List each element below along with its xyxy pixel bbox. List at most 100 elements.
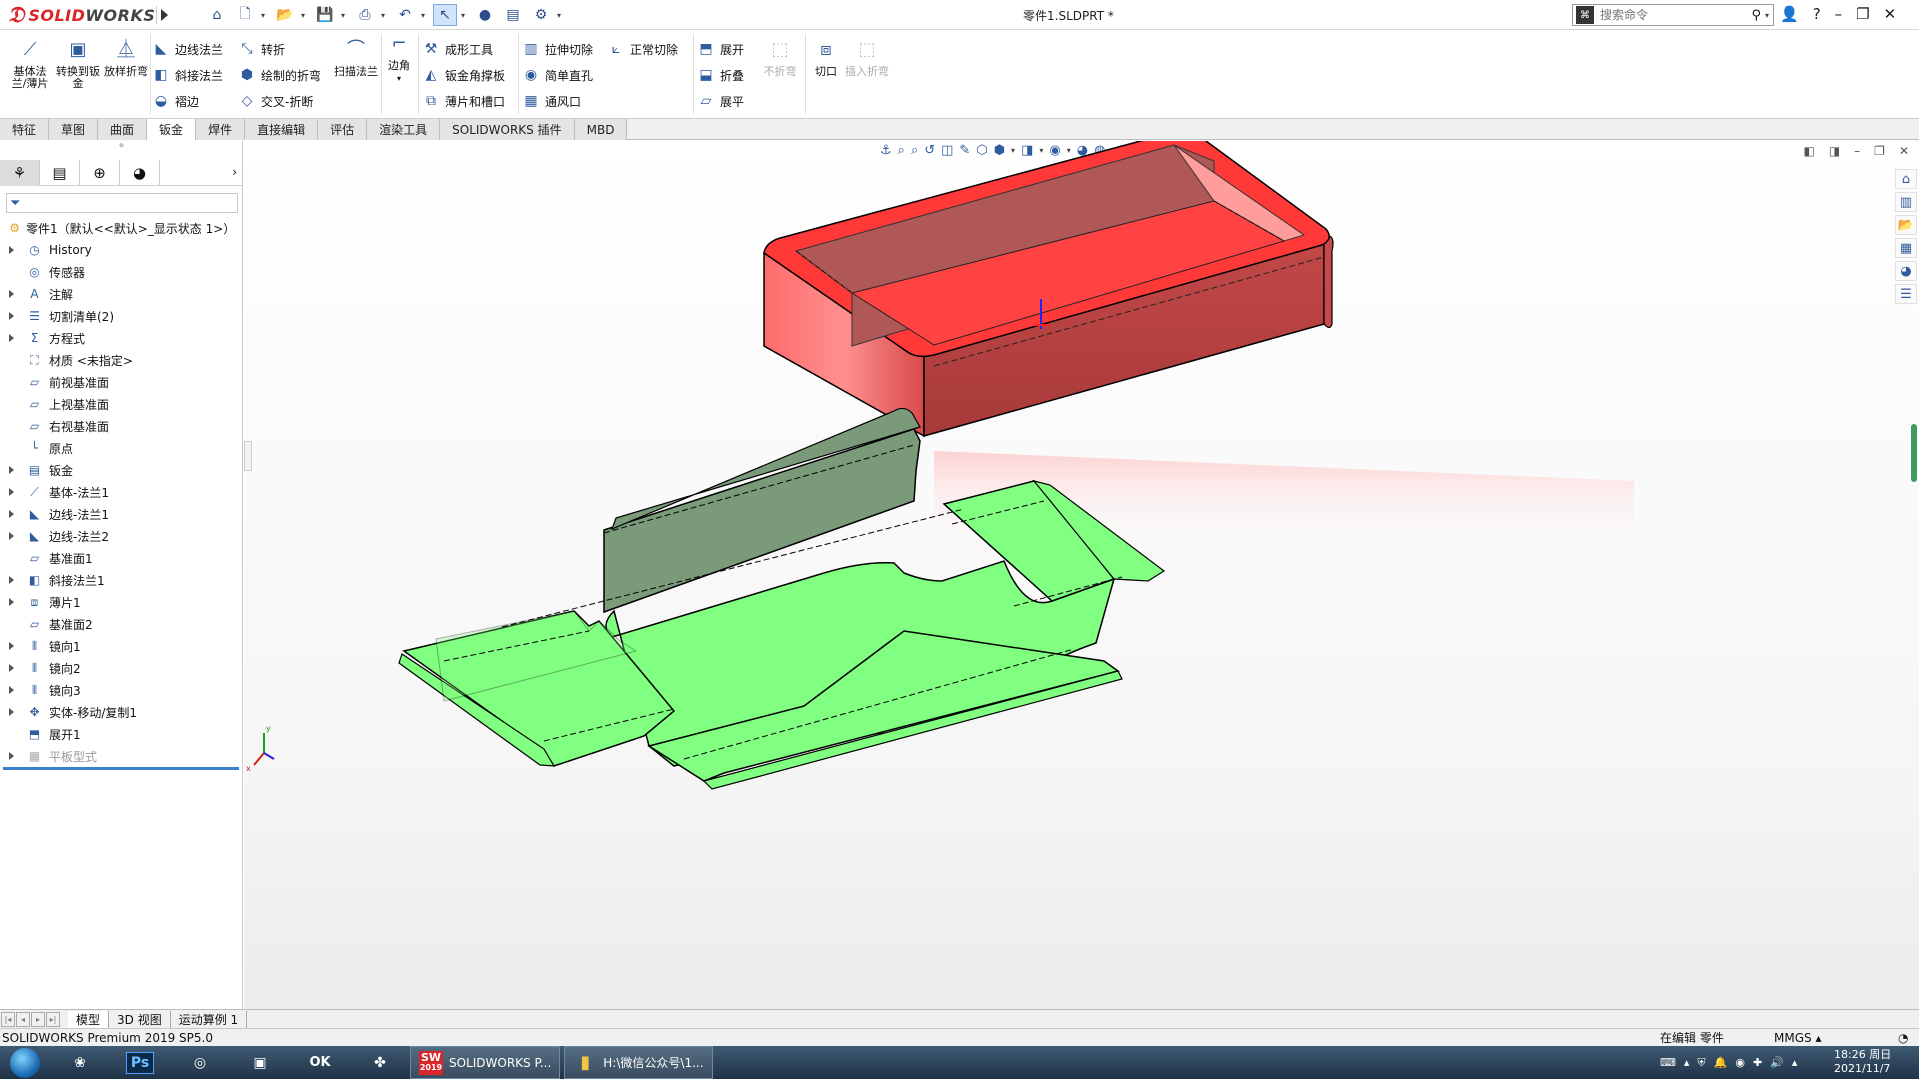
panel-more-arrow-icon[interactable]: › xyxy=(232,165,237,179)
keyboard-icon[interactable]: ⌨ xyxy=(1660,1056,1676,1069)
security-icon[interactable]: ⛨ xyxy=(1697,1056,1705,1070)
tab-evaluate[interactable]: 评估 xyxy=(318,119,368,140)
select-arrow-icon[interactable]: ↖ xyxy=(433,4,457,26)
user-icon[interactable]: 👤 xyxy=(1780,5,1799,23)
save-icon[interactable]: 💾 xyxy=(313,4,337,26)
tree-item-cut-list[interactable]: ☰ 切割清单(2) xyxy=(0,305,243,327)
new-dropdown-icon[interactable]: ▾ xyxy=(261,11,269,20)
tree-item-top-plane[interactable]: ▱ 上视基准面 xyxy=(0,393,243,415)
taskbar-media-icon[interactable]: ▣ xyxy=(230,1046,290,1079)
base-flange-button[interactable]: ⟋ 基体法兰/薄片 xyxy=(8,41,52,90)
menu-expand-arrow-icon[interactable] xyxy=(156,6,170,24)
tree-item-unfold-1[interactable]: ⬒ 展开1 xyxy=(0,723,243,745)
undo-dropdown-icon[interactable]: ▾ xyxy=(421,11,429,20)
shield-tray-icon[interactable]: ✚ xyxy=(1753,1056,1762,1069)
tree-item-material[interactable]: ⛶ 材质 <未指定> xyxy=(0,349,243,371)
tree-item-flat-pattern[interactable]: ▦ 平板型式 xyxy=(0,745,243,767)
folded-sheetmetal-box[interactable] xyxy=(763,141,1334,438)
feature-manager-tab-icon[interactable]: ⚘ xyxy=(0,160,40,186)
rip-button[interactable]: ⧈ 切口 xyxy=(806,41,846,78)
forming-tool-button[interactable]: ⚒ 成形工具 xyxy=(422,38,493,60)
tab-sketch[interactable]: 草图 xyxy=(49,119,99,140)
simple-hole-button[interactable]: ◉ 简单直孔 xyxy=(522,64,593,86)
tree-item-mirror-3[interactable]: ⫴ 镜向3 xyxy=(0,679,243,701)
tree-item-origin[interactable]: └ 原点 xyxy=(0,437,243,459)
tree-item-miter-flange[interactable]: ◧ 斜接法兰1 xyxy=(0,569,243,591)
search-input[interactable] xyxy=(1600,8,1740,22)
options-dropdown-icon[interactable]: ▾ xyxy=(557,11,565,20)
traffic-light-icon[interactable]: ● xyxy=(473,4,497,26)
app-tray-icon[interactable]: ◉ xyxy=(1735,1056,1745,1069)
new-document-icon[interactable]: 🗋 xyxy=(233,4,257,26)
graphics-viewport[interactable]: ⚓ ⌕ ⌕ ↺ ◫ ✎ ⬡ ⬢▾ ◨▾ ◉▾ ◕ ◍▾ ▭▾ ◧ ◨ – ❐ ✕… xyxy=(244,141,1919,1010)
swept-flange-button[interactable]: ⌒ 扫描法兰 xyxy=(334,41,378,78)
no-bends-button[interactable]: ⬚ 不折弯 xyxy=(760,41,800,78)
search-box[interactable]: ⌘ ⚲ ▾ xyxy=(1572,4,1774,26)
normal-cut-button[interactable]: ⟀ 正常切除 xyxy=(607,38,678,60)
tab-and-slot-button[interactable]: ⧉ 薄片和槽口 xyxy=(422,90,505,112)
tree-item-edge-flange-2[interactable]: ◣ 边线-法兰2 xyxy=(0,525,243,547)
first-tab-icon[interactable]: |◂ xyxy=(1,1011,15,1027)
fold-button[interactable]: ⬓ 折叠 xyxy=(697,64,744,86)
tree-item-equations[interactable]: Σ 方程式 xyxy=(0,327,243,349)
vent-button[interactable]: ▦ 通风口 xyxy=(522,90,581,112)
cross-break-button[interactable]: ◇ 交叉-折断 xyxy=(238,90,314,112)
tab-weldments[interactable]: 焊件 xyxy=(196,119,246,140)
notification-icon[interactable]: 🔔 xyxy=(1714,1056,1728,1069)
show-hidden-icon[interactable]: ▴ xyxy=(1792,1056,1798,1069)
volume-icon[interactable]: 🔊 xyxy=(1770,1056,1784,1069)
tree-item-move-copy-body[interactable]: ✥ 实体-移动/复制1 xyxy=(0,701,243,723)
tree-item-mirror-2[interactable]: ⫴ 镜向2 xyxy=(0,657,243,679)
taskbar-app-flower-icon[interactable]: ❀ xyxy=(50,1046,110,1079)
tab-surfaces[interactable]: 曲面 xyxy=(98,119,148,140)
tree-item-history[interactable]: ◷ History xyxy=(0,239,243,261)
magnifier-icon[interactable]: ⚲ xyxy=(1751,8,1761,23)
convert-to-sheetmetal-button[interactable]: ▣ 转换到钣金 xyxy=(56,41,100,90)
home-icon[interactable]: ⌂ xyxy=(205,4,229,26)
tree-item-sensors[interactable]: ◎ 传感器 xyxy=(0,261,243,283)
tray-chevron-icon[interactable]: ▴ xyxy=(1684,1056,1690,1069)
restore-icon[interactable]: ❐ xyxy=(1856,5,1869,23)
rollback-bar[interactable] xyxy=(3,767,239,770)
tree-item-plane-1[interactable]: ▱ 基准面1 xyxy=(0,547,243,569)
unit-system[interactable]: MMGS ▴ xyxy=(1774,1031,1821,1045)
sketched-bend-button[interactable]: ⬢ 绘制的折弯 xyxy=(238,64,321,86)
help-icon[interactable]: ? xyxy=(1813,5,1821,23)
print-icon[interactable]: ⎙ xyxy=(353,4,377,26)
insert-bends-button[interactable]: ⬚ 插入折弯 xyxy=(845,41,889,78)
jog-button[interactable]: ⤡ 转折 xyxy=(238,38,285,60)
tab-mbd[interactable]: MBD xyxy=(574,119,628,140)
open-dropdown-icon[interactable]: ▾ xyxy=(301,11,309,20)
close-icon[interactable]: ✕ xyxy=(1884,5,1897,23)
tab-model[interactable]: 模型 xyxy=(68,1010,110,1028)
tree-item-edge-flange-1[interactable]: ◣ 边线-法兰1 xyxy=(0,503,243,525)
miter-flange-button[interactable]: ◧ 斜接法兰 xyxy=(152,64,223,86)
panel-grip[interactable]: ⋄ xyxy=(0,141,243,158)
taskbar-browser-icon[interactable]: ◎ xyxy=(170,1046,230,1079)
tree-item-right-plane[interactable]: ▱ 右视基准面 xyxy=(0,415,243,437)
next-tab-icon[interactable]: ▸ xyxy=(31,1011,45,1027)
tree-item-sheet-metal[interactable]: ▤ 钣金 xyxy=(0,459,243,481)
sheetmetal-gusset-button[interactable]: ◭ 钣金角撑板 xyxy=(422,64,505,86)
tree-item-tab-1[interactable]: ⧈ 薄片1 xyxy=(0,591,243,613)
taskbar-pinwheel-icon[interactable]: ✤ xyxy=(350,1046,410,1079)
open-icon[interactable]: 📂 xyxy=(273,4,297,26)
taskbar-photoshop-icon[interactable]: Ps xyxy=(110,1046,170,1079)
tree-item-plane-2[interactable]: ▱ 基准面2 xyxy=(0,613,243,635)
flatten-button[interactable]: ▱ 展平 xyxy=(697,90,744,112)
quick-tips-icon[interactable]: ◔ xyxy=(1898,1031,1908,1045)
tree-item-annotations[interactable]: A 注解 xyxy=(0,283,243,305)
extruded-cut-button[interactable]: ▥ 拉伸切除 xyxy=(522,38,593,60)
edge-flange-button[interactable]: ◣ 边线法兰 xyxy=(152,38,223,60)
tree-item-mirror-1[interactable]: ⫴ 镜向1 xyxy=(0,635,243,657)
last-tab-icon[interactable]: ▸| xyxy=(46,1011,60,1027)
tab-render-tools[interactable]: 渲染工具 xyxy=(367,119,441,140)
hem-button[interactable]: ◒ 褶边 xyxy=(152,90,199,112)
tab-sheet-metal[interactable]: 钣金 xyxy=(147,119,197,140)
tab-3d-views[interactable]: 3D 视图 xyxy=(109,1010,171,1028)
tab-direct-editing[interactable]: 直接编辑 xyxy=(245,119,319,140)
undo-icon[interactable]: ↶ xyxy=(393,4,417,26)
tree-item-base-flange[interactable]: ⟋ 基体-法兰1 xyxy=(0,481,243,503)
solidworks-logo[interactable]: 𝔇 SOLIDWORKS xyxy=(8,2,155,28)
select-dropdown-icon[interactable]: ▾ xyxy=(461,11,469,20)
